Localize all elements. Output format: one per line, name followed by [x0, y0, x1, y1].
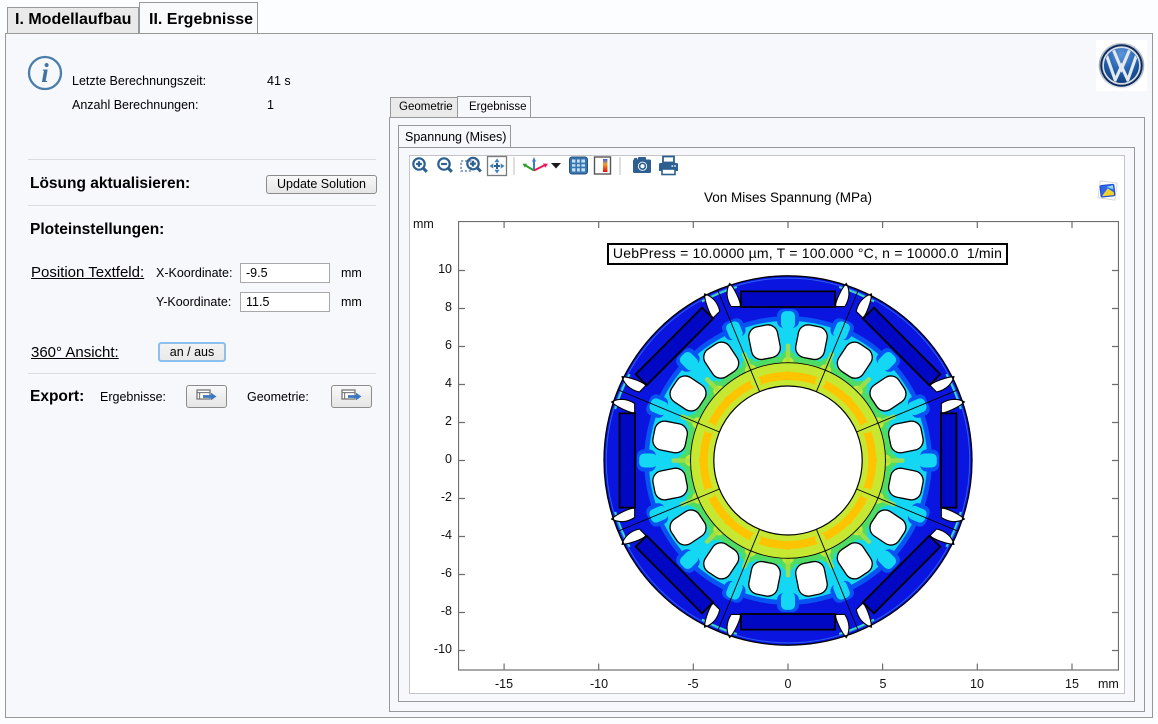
- svg-text:i: i: [41, 58, 49, 88]
